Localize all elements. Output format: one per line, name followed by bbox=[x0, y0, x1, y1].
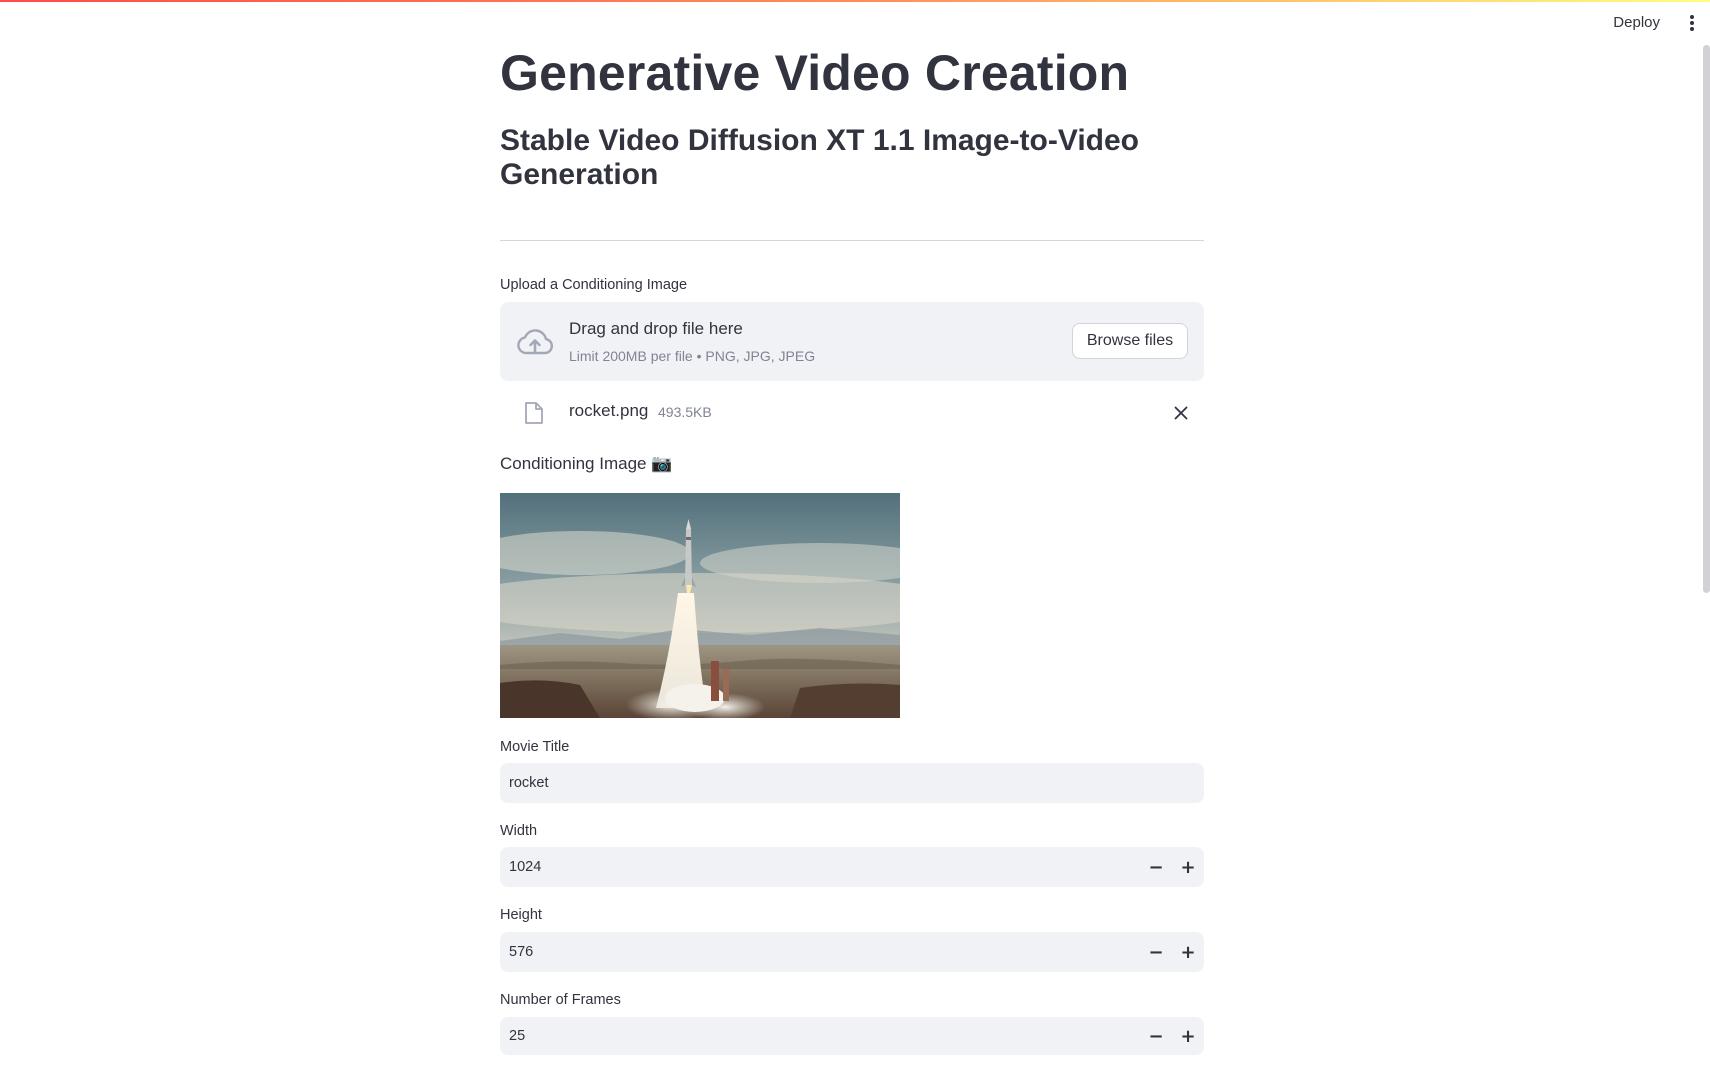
uploader-label: Upload a Conditioning Image bbox=[500, 277, 688, 293]
conditioning-image bbox=[500, 493, 900, 718]
movie-title-input[interactable] bbox=[500, 763, 1204, 803]
uploaded-file-row: rocket.png 493.5KB bbox=[500, 395, 1204, 431]
width-increment-button[interactable]: + bbox=[1172, 847, 1204, 887]
app-header: Deploy bbox=[1410, 0, 1710, 48]
height-number-input: − + bbox=[500, 932, 1204, 972]
uploaded-file-name: rocket.png bbox=[569, 401, 649, 420]
width-input[interactable] bbox=[500, 847, 1100, 887]
file-dropzone[interactable]: Drag and drop file here Limit 200MB per … bbox=[500, 302, 1204, 381]
height-label: Height bbox=[500, 907, 542, 923]
width-label: Width bbox=[500, 823, 538, 839]
width-decrement-button[interactable]: − bbox=[1140, 847, 1172, 887]
file-icon bbox=[525, 402, 543, 424]
page-title: Generative Video Creation bbox=[500, 45, 1130, 101]
more-vertical-icon[interactable] bbox=[1688, 15, 1696, 33]
frames-input[interactable] bbox=[500, 1017, 1100, 1055]
cloud-upload-icon bbox=[517, 329, 554, 355]
height-input[interactable] bbox=[500, 932, 1100, 972]
frames-decrement-button[interactable]: − bbox=[1140, 1017, 1172, 1055]
frames-increment-button[interactable]: + bbox=[1172, 1017, 1204, 1055]
dropzone-instructions: Drag and drop file here bbox=[569, 319, 743, 338]
height-increment-button[interactable]: + bbox=[1172, 932, 1204, 972]
movie-title-label: Movie Title bbox=[500, 739, 570, 755]
close-icon[interactable] bbox=[1172, 404, 1190, 422]
divider bbox=[500, 240, 1204, 241]
conditioning-image-label: Conditioning Image 📷 bbox=[500, 454, 673, 473]
height-decrement-button[interactable]: − bbox=[1140, 932, 1172, 972]
rocket-launch-image bbox=[500, 493, 900, 718]
browse-files-button[interactable]: Browse files bbox=[1072, 323, 1188, 359]
page-subtitle: Stable Video Diffusion XT 1.1 Image-to-V… bbox=[500, 124, 1139, 191]
deploy-button[interactable]: Deploy bbox=[1613, 14, 1660, 31]
width-number-input: − + bbox=[500, 847, 1204, 887]
frames-number-input: − + bbox=[500, 1017, 1204, 1055]
scrollbar[interactable] bbox=[1703, 45, 1710, 593]
dropzone-limit-text: Limit 200MB per file • PNG, JPG, JPEG bbox=[569, 348, 816, 364]
uploaded-file-size: 493.5KB bbox=[658, 404, 712, 420]
frames-label: Number of Frames bbox=[500, 992, 621, 1008]
